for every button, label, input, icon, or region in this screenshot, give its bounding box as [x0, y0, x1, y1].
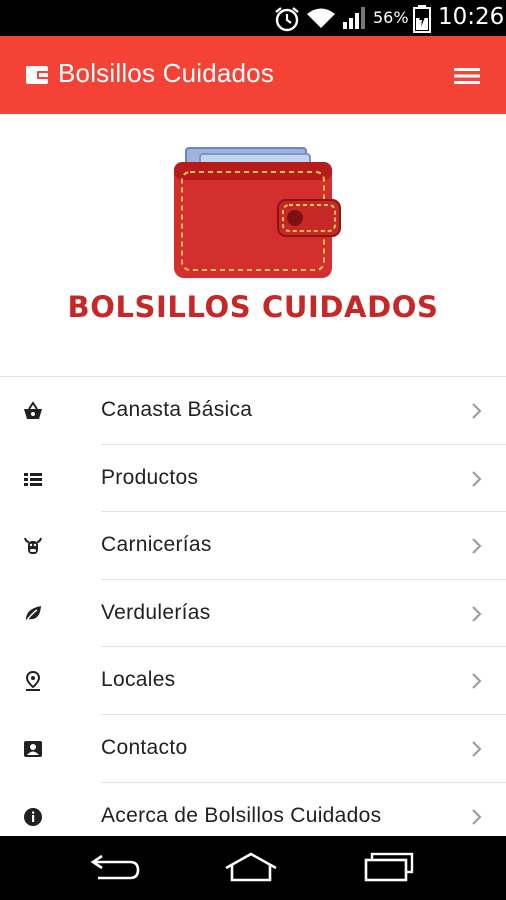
- brand-name: BOLSILLOS CUIDADOS: [67, 290, 439, 324]
- cow-icon: [24, 537, 42, 555]
- menu-item-label: Locales: [101, 668, 176, 692]
- menu-item-canasta-basica[interactable]: Canasta Básica: [0, 377, 506, 445]
- chevron-right-icon: [472, 808, 482, 825]
- status-bar: 56% 10:26: [0, 0, 506, 36]
- battery-percent: 56%: [373, 8, 409, 27]
- wallet-icon: [26, 66, 48, 84]
- contact-card-icon: [24, 740, 42, 757]
- battery-charging-icon: [413, 5, 431, 33]
- recent-apps-icon[interactable]: [362, 850, 416, 884]
- chevron-right-icon: [472, 741, 482, 757]
- hamburger-menu-icon[interactable]: [448, 61, 484, 91]
- menu-item-label: Contacto: [101, 735, 188, 759]
- alarm-icon: [275, 7, 299, 32]
- app-title: Bolsillos Cuidados: [58, 58, 275, 88]
- basket-icon: [24, 401, 42, 419]
- wifi-icon: [307, 8, 335, 28]
- menu-list: Canasta Básica Productos Carnicerías Ver…: [0, 376, 506, 850]
- menu-item-carnicerias[interactable]: Carnicerías: [0, 512, 506, 580]
- clock: 10:26: [438, 4, 505, 30]
- chevron-right-icon: [472, 673, 482, 690]
- info-icon: [24, 807, 42, 826]
- wallet-logo-icon: [174, 147, 341, 278]
- app-bar: Bolsillos Cuidados: [0, 36, 506, 114]
- navigation-bar: [0, 836, 506, 900]
- signal-icon: [343, 7, 365, 29]
- chevron-right-icon: [472, 606, 482, 622]
- menu-item-productos[interactable]: Productos: [0, 445, 506, 513]
- chevron-right-icon: [472, 470, 482, 487]
- chevron-right-icon: [472, 538, 482, 554]
- menu-item-label: Carnicerías: [101, 533, 212, 557]
- list-icon: [24, 472, 42, 486]
- menu-item-label: Productos: [101, 465, 199, 489]
- menu-item-locales[interactable]: Locales: [0, 647, 506, 715]
- home-icon[interactable]: [222, 850, 280, 884]
- menu-item-label: Acerca de Bolsillos Cuidados: [101, 803, 382, 827]
- menu-item-label: Canasta Básica: [101, 398, 253, 421]
- location-pin-icon: [25, 671, 41, 692]
- menu-item-contacto[interactable]: Contacto: [0, 715, 506, 783]
- menu-item-label: Verdulerías: [101, 600, 211, 624]
- menu-item-verdulerias[interactable]: Verdulerías: [0, 580, 506, 648]
- back-icon[interactable]: [88, 850, 144, 884]
- chevron-right-icon: [472, 403, 482, 419]
- brand-logo: BOLSILLOS CUIDADOS: [0, 114, 506, 376]
- leaf-icon: [24, 605, 41, 624]
